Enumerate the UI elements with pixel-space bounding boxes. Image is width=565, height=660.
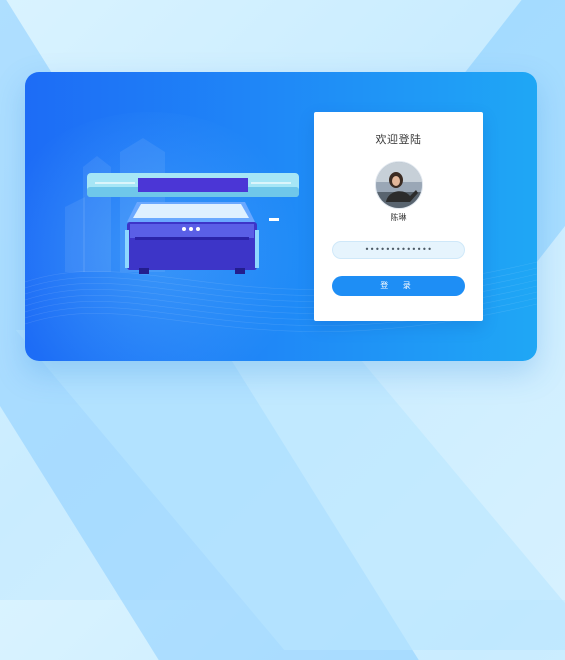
- background-stripe: [15, 330, 565, 650]
- avatar: [375, 161, 423, 209]
- login-title: 欢迎登陆: [375, 133, 422, 146]
- login-panel: 欢迎登陆 陈琳 ••••••••••••• 登 录: [314, 112, 483, 321]
- password-field[interactable]: •••••••••••••: [332, 241, 465, 259]
- login-button[interactable]: 登 录: [332, 276, 465, 296]
- user-avatar-icon: [376, 162, 422, 208]
- uv-printer-icon: [65, 138, 299, 274]
- username-label: 陈琳: [390, 213, 407, 222]
